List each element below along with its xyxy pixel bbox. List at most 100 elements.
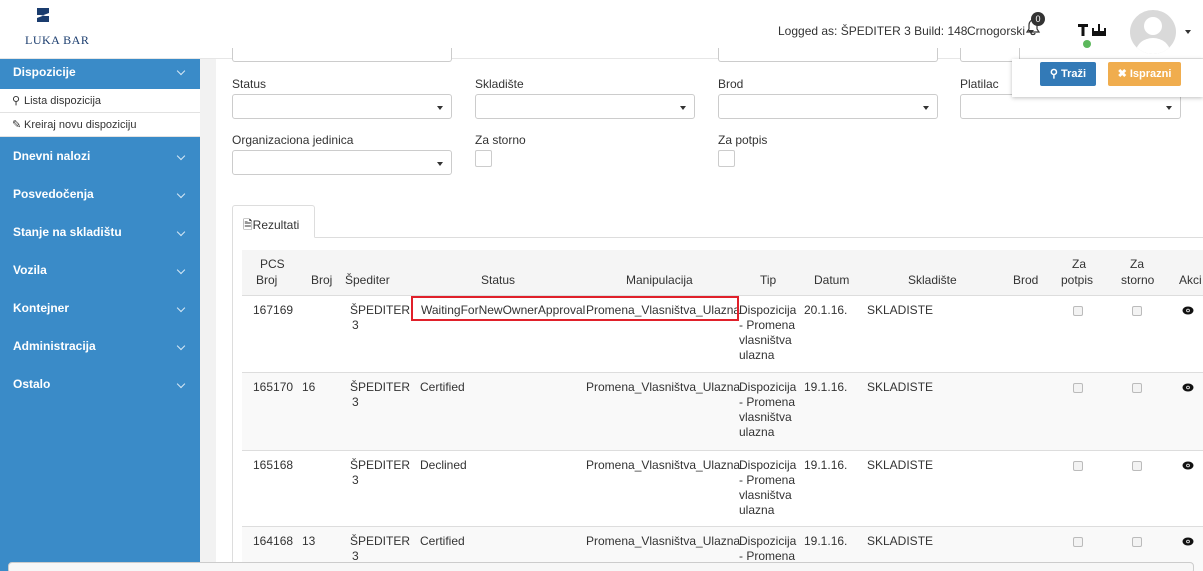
chevron-down-icon — [176, 189, 186, 199]
content-gutter — [200, 59, 216, 571]
cell-spediter: ŠPEDITER — [350, 534, 411, 548]
table-row[interactable]: 165168 ŠPEDITER 3 Declined Promena_Vlasn… — [242, 451, 1203, 527]
th-za-potpis-2[interactable]: potpis — [1061, 273, 1093, 288]
top-header: LUKA BAR Logged as: ŠPEDITER 3 Build: 14… — [0, 0, 1203, 59]
search-icon: ⚲ — [12, 95, 21, 107]
eye-icon[interactable] — [1182, 306, 1194, 315]
sidebar-sub-kreiraj-dispoziciju[interactable]: ✎ Kreiraj novu dispoziciju — [0, 113, 200, 137]
filter-input-top-1[interactable] — [232, 48, 452, 62]
user-silhouette-icon — [1136, 17, 1170, 54]
cell-spediter-num: 3 — [352, 473, 359, 487]
za-storno-checkbox[interactable] — [1132, 537, 1142, 547]
company-logo[interactable]: LUKA BAR — [18, 6, 98, 52]
th-manipulacija[interactable]: Manipulacija — [626, 273, 693, 288]
status-select[interactable] — [232, 94, 452, 119]
th-pcs-broj[interactable]: Broj — [256, 273, 277, 288]
sidebar: Dispozicije ⚲ Lista dispozicija ✎ Kreiraj … — [0, 59, 200, 571]
th-pcs[interactable]: PCS — [260, 257, 285, 272]
sidebar-item-dnevni-nalozi[interactable]: Dnevni nalozi — [0, 137, 200, 175]
sidebar-item-label: Vozila — [13, 263, 47, 277]
filter-input-top-3[interactable] — [718, 48, 938, 62]
cell-spediter: ŠPEDITER — [350, 458, 411, 472]
search-button[interactable]: ⚲ Traži — [1040, 62, 1096, 86]
cell-tip: Dispozicija - Promena vlasništva ulazna — [739, 458, 801, 518]
tip-line: Dispozicija — [739, 534, 797, 548]
th-akcije[interactable]: Akci — [1179, 273, 1202, 288]
cell-datum: 19.1.16. — [804, 380, 848, 394]
tools-icon[interactable] — [1076, 22, 1110, 38]
za-potpis-checkbox[interactable] — [1073, 383, 1083, 393]
table-row[interactable]: 165170 16 ŠPEDITER 3 Certified Promena_V… — [242, 373, 1203, 451]
za-potpis-checkbox[interactable] — [1073, 461, 1083, 471]
brod-select[interactable] — [718, 94, 938, 119]
th-skladiste[interactable]: Skladište — [908, 273, 957, 288]
za-potpis-checkbox[interactable] — [718, 150, 735, 167]
clear-button[interactable]: ✖ Isprazni — [1108, 62, 1181, 86]
cell-manipulacija: Promena_Vlasništva_Ulazna — [586, 534, 741, 548]
skladiste-select[interactable] — [475, 94, 695, 119]
th-spediter[interactable]: Špediter — [345, 273, 390, 288]
tip-line: ulazna — [739, 503, 775, 517]
th-za-storno-2[interactable]: storno — [1121, 273, 1154, 288]
tab-rezultati[interactable]: 🗎Rezultati — [232, 205, 315, 238]
sidebar-sub-lista-dispozicija[interactable]: ⚲ Lista dispozicija — [0, 89, 200, 113]
clear-button-label: Isprazni — [1129, 68, 1172, 80]
za-storno-checkbox[interactable] — [475, 150, 492, 167]
eye-icon[interactable] — [1182, 461, 1194, 470]
cell-status: Certified — [420, 534, 465, 548]
tip-line: - Promena — [739, 473, 796, 487]
tip-line: Dispozicija — [739, 380, 797, 394]
eye-icon[interactable] — [1182, 383, 1194, 392]
cell-pcs: 167169 — [253, 303, 294, 317]
th-za-storno-1[interactable]: Za — [1130, 257, 1144, 272]
redacted-area — [864, 475, 1000, 483]
tab-label: Rezultati — [252, 218, 300, 232]
za-potpis-checkbox[interactable] — [1073, 537, 1083, 547]
highlight-box — [411, 296, 739, 321]
horizontal-scrollbar[interactable] — [8, 562, 1194, 571]
th-status[interactable]: Status — [481, 273, 515, 288]
table-header: PCS Broj Broj Špediter Status Manipulaci… — [242, 250, 1203, 296]
th-broj[interactable]: Broj — [311, 273, 332, 288]
close-icon: ✖ — [1117, 68, 1127, 80]
eye-icon[interactable] — [1182, 537, 1194, 546]
user-menu-chevron-icon[interactable] — [1185, 30, 1191, 34]
sidebar-item-kontejner[interactable]: Kontejner — [0, 289, 200, 327]
sidebar-sub-label: Kreiraj novu dispoziciju — [24, 119, 137, 131]
cell-spediter-num: 3 — [352, 395, 359, 409]
logo-text: LUKA BAR — [25, 33, 90, 47]
sidebar-item-posvedocenja[interactable]: Posvedočenja — [0, 175, 200, 213]
tip-line: Dispozicija — [739, 303, 797, 317]
sidebar-item-administracija[interactable]: Administracija — [0, 327, 200, 365]
sidebar-item-label: Kontejner — [13, 301, 70, 315]
sidebar-item-stanje-na-skladistu[interactable]: Stanje na skladištu — [0, 213, 200, 251]
cell-tip: Dispozicija - Promena — [739, 534, 801, 564]
za-storno-checkbox[interactable] — [1132, 461, 1142, 471]
org-select[interactable] — [232, 150, 452, 175]
cell-datum: 20.1.16. — [804, 303, 848, 317]
sidebar-item-ostalo[interactable]: Ostalo — [0, 365, 200, 403]
sidebar-item-dispozicije[interactable]: Dispozicije — [0, 59, 200, 89]
chevron-down-icon — [176, 341, 186, 351]
th-brod[interactable]: Brod — [1013, 273, 1038, 288]
cell-datum: 19.1.16. — [804, 458, 848, 472]
platilac-select[interactable] — [960, 94, 1181, 119]
th-za-potpis-1[interactable]: Za — [1072, 257, 1086, 272]
sidebar-item-vozila[interactable]: Vozila — [0, 251, 200, 289]
za-storno-checkbox[interactable] — [1132, 383, 1142, 393]
sidebar-item-label: Posvedočenja — [13, 187, 94, 201]
filter-input-top-4[interactable] — [960, 48, 1020, 62]
edit-icon: ✎ — [12, 119, 22, 131]
za-storno-checkbox[interactable] — [1132, 306, 1142, 316]
chevron-down-icon — [923, 106, 929, 110]
cell-datum: 19.1.16. — [804, 534, 848, 548]
avatar[interactable] — [1130, 10, 1176, 54]
logged-user-info: Logged as: ŠPEDITER 3 Build: 148 — [778, 24, 967, 38]
th-tip[interactable]: Tip — [760, 273, 776, 288]
th-datum[interactable]: Datum — [814, 273, 849, 288]
search-icon: ⚲ — [1049, 68, 1058, 80]
chevron-down-icon — [176, 379, 186, 389]
cell-spediter: ŠPEDITER — [350, 380, 411, 394]
za-potpis-checkbox[interactable] — [1073, 306, 1083, 316]
chevron-down-icon — [680, 106, 686, 110]
